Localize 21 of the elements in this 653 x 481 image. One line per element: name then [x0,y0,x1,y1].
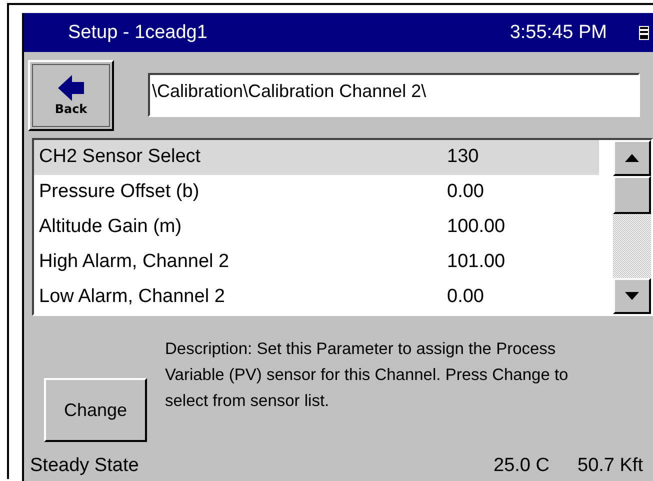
scroll-thumb[interactable] [613,176,651,214]
parameter-row[interactable]: Low Alarm, Channel 2 0.00 [34,279,599,314]
left-arrow-icon [56,74,86,102]
path-field[interactable]: \Calibration\Calibration Channel 2\ [148,73,640,117]
window-title: Setup - 1ceadg1 [68,22,208,44]
change-button[interactable]: Change [44,378,147,442]
scroll-down-button[interactable] [613,278,651,314]
status-text: Steady State [30,455,140,477]
scrollbar[interactable] [613,140,651,314]
parameter-row[interactable]: Altitude Gain (m) 100.00 [34,210,599,244]
altitude-reading: 50.7 Kft [578,455,643,477]
description-text: Description: Set this Parameter to assign the Process Variable (PV) sensor for this Channel. Press Change to select from sensor list. [165,339,570,412]
parameter-row[interactable]: High Alarm, Channel 2 101.00 [34,244,599,280]
scroll-up-button[interactable] [613,140,651,176]
up-triangle-icon [625,154,639,162]
down-triangle-icon [625,292,639,300]
back-button[interactable]: Back [28,60,114,130]
parameter-row[interactable]: CH2 Sensor Select 130 [34,140,599,175]
clock-time: 3:55:45 PM [510,22,607,44]
parameter-row[interactable]: Pressure Offset (b) 0.00 [34,174,599,210]
temperature-reading: 25.0 C [494,455,550,477]
